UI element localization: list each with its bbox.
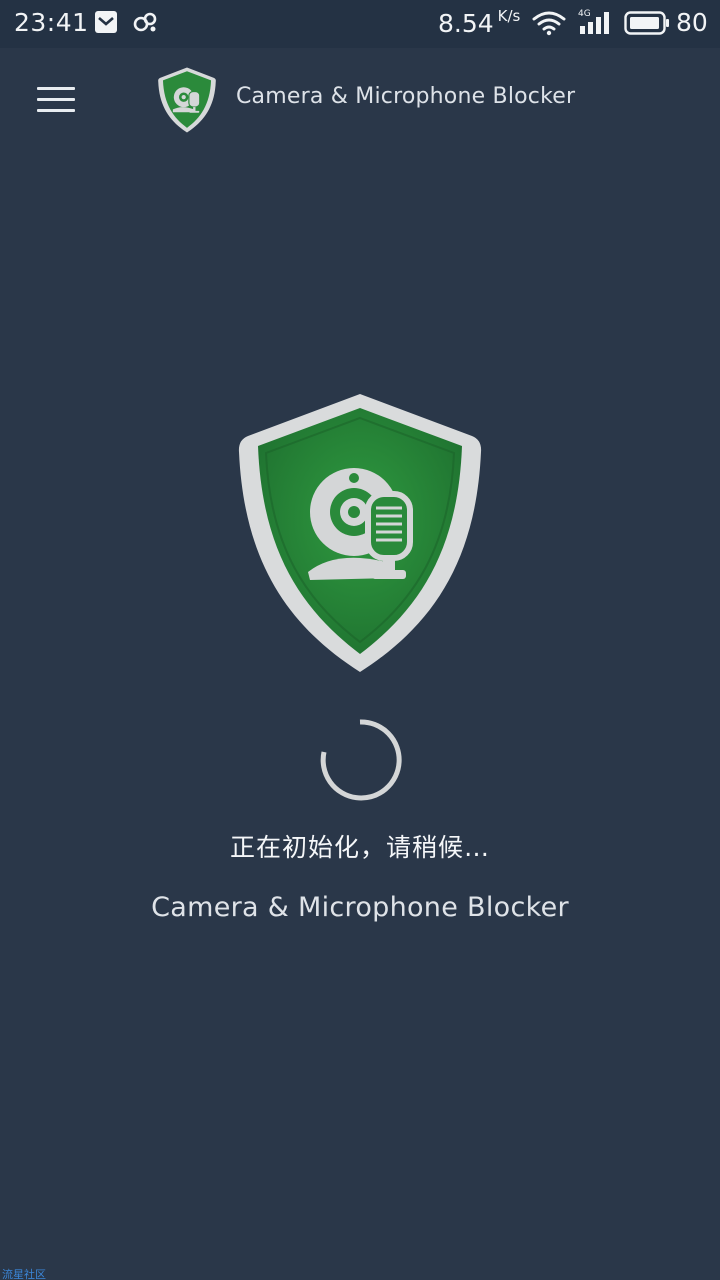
watermark-text: 流星社区: [2, 1268, 46, 1280]
status-time: 23:41: [14, 8, 89, 37]
shield-camera-mic-icon: [238, 394, 482, 672]
loading-spinner: [320, 719, 402, 801]
app-bar: Camera & Microphone Blocker: [0, 48, 720, 152]
net-speed-unit: K/s: [497, 7, 521, 25]
shield-camera-mic-icon: [158, 67, 216, 133]
status-bar: 23:41 8.54 K/s 4G 80: [0, 0, 720, 48]
net-speed: 8.54 K/s: [438, 7, 521, 38]
menu-line: [37, 97, 75, 101]
mail-box-icon: [95, 11, 117, 33]
menu-line: [37, 86, 75, 90]
net-speed-value: 8.54: [438, 9, 494, 38]
loading-text: 正在初始化，请稍候…: [229, 833, 490, 862]
battery-icon: [624, 11, 669, 35]
app-screen: 23:41 8.54 K/s 4G 80 Camera & Microphone…: [0, 0, 720, 1280]
cloud-link-icon: [133, 12, 157, 32]
wifi-icon: [532, 11, 566, 36]
menu-line: [37, 108, 75, 112]
signal-icon: [580, 12, 609, 34]
hamburger-menu-icon[interactable]: [26, 74, 86, 124]
app-title: Camera & Microphone Blocker: [236, 84, 576, 109]
battery-percent: 80: [676, 8, 708, 37]
app-subtitle: Camera & Microphone Blocker: [151, 892, 569, 923]
